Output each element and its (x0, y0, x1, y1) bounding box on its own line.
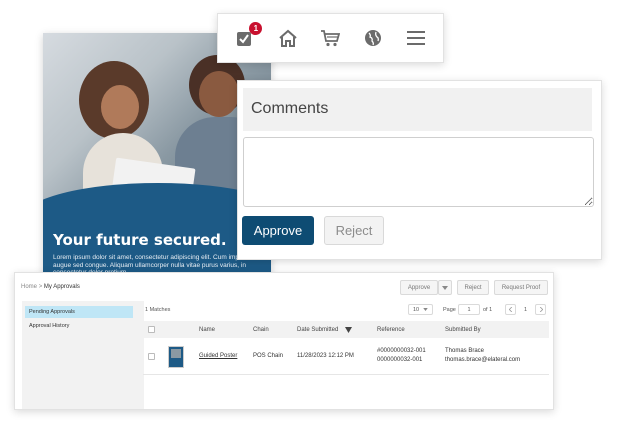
current-page: 1 (524, 307, 528, 313)
nav-cart[interactable] (316, 24, 344, 52)
sort-down-icon[interactable] (345, 327, 352, 333)
approvals-sidebar: Pending Approvals Approval History (22, 301, 144, 409)
match-count: 1 Matches (145, 307, 171, 313)
cart-icon (321, 30, 341, 47)
column-header-date-submitted[interactable]: Date Submitted (297, 327, 338, 333)
row-name-link[interactable]: Guided Poster (199, 352, 237, 361)
page-number-input[interactable]: 1 (458, 304, 480, 315)
toolbar-approve-button[interactable]: Approve (400, 280, 438, 295)
row-submitter-name: Thomas Brace (445, 348, 485, 354)
column-header-submitted-by[interactable]: Submitted By (445, 327, 481, 333)
column-header-chain[interactable]: Chain (253, 327, 269, 333)
prev-page-button[interactable] (505, 304, 516, 315)
poster-title: Your future secured. (53, 231, 227, 249)
approve-dropdown-button[interactable] (438, 280, 452, 295)
page-of-label: of 1 (483, 307, 493, 313)
poster-thumbnail[interactable] (168, 346, 184, 368)
column-header-name[interactable]: Name (199, 327, 215, 333)
breadcrumb-separator: > (38, 284, 43, 290)
next-page-button[interactable] (535, 304, 546, 315)
row-divider (143, 374, 549, 375)
reject-button[interactable]: Reject (324, 216, 384, 245)
breadcrumb-home[interactable]: Home (21, 284, 37, 290)
sidebar-item-pending-approvals[interactable]: Pending Approvals (25, 306, 133, 318)
nav-approvals[interactable]: 1 (231, 22, 263, 52)
breadcrumb: Home > My Approvals (21, 284, 80, 290)
page-label: Page (443, 307, 456, 313)
select-all-checkbox[interactable] (148, 326, 155, 333)
comments-textarea[interactable] (243, 137, 594, 207)
notification-badge: 1 (249, 22, 263, 35)
column-header-reference[interactable]: Reference (377, 327, 405, 333)
request-proof-button[interactable]: Request Proof (494, 280, 548, 295)
nav-language[interactable] (359, 24, 387, 52)
comments-panel: Comments Approve Reject (237, 80, 602, 260)
marketing-composite: Your future secured. Lorem ipsum dolor s… (0, 0, 617, 425)
comments-header: Comments (243, 88, 592, 131)
chevron-right-icon (539, 307, 543, 312)
sidebar-item-approval-history[interactable]: Approval History (25, 320, 133, 332)
row-checkbox[interactable] (148, 353, 155, 360)
row-reference-2: 0000000032-001 (377, 357, 423, 363)
page-size-select[interactable]: 10 (408, 304, 433, 315)
top-nav-bar: 1 (217, 13, 444, 63)
home-icon (279, 29, 297, 47)
toolbar-reject-button[interactable]: Reject (457, 280, 489, 295)
row-reference-1: #0000000032-001 (377, 348, 426, 354)
approve-button[interactable]: Approve (242, 216, 314, 245)
row-submitter-email: thomas.brace@elateral.com (445, 357, 521, 363)
chevron-left-icon (508, 307, 512, 312)
row-date: 11/28/2023 12:12 PM (297, 353, 354, 359)
menu-icon (406, 31, 425, 45)
nav-menu[interactable] (402, 24, 430, 52)
caret-down-icon (442, 285, 448, 290)
nav-home[interactable] (274, 24, 302, 52)
my-approvals-panel: Home > My Approvals Approve Reject Reque… (14, 272, 554, 410)
caret-down-icon (423, 308, 428, 311)
comments-title: Comments (251, 100, 329, 117)
row-chain: POS Chain (253, 353, 284, 359)
globe-icon (365, 30, 382, 46)
breadcrumb-current: My Approvals (43, 284, 80, 290)
